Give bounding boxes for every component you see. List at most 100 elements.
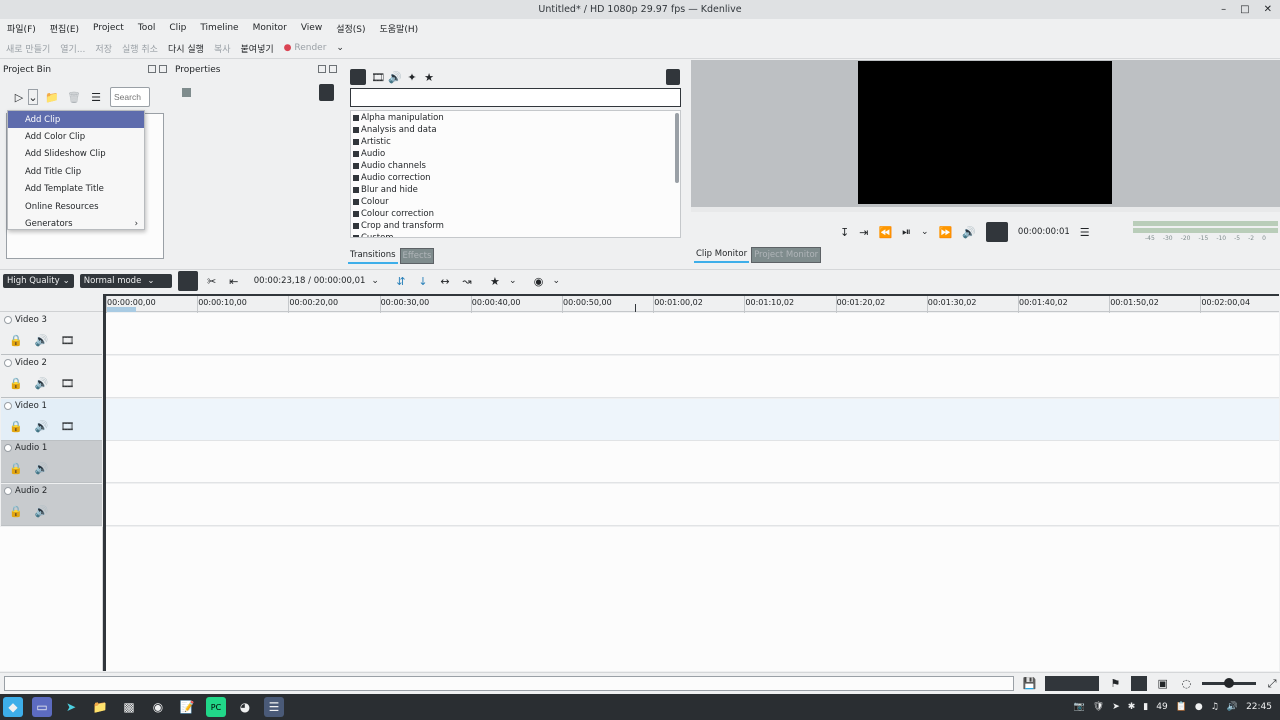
hamburger-icon[interactable]: ☰: [88, 89, 104, 105]
bluetooth-icon[interactable]: ✱: [1128, 702, 1136, 712]
effect-category[interactable]: Colour: [353, 196, 680, 208]
menu-item[interactable]: Tool: [131, 23, 162, 33]
track-lane[interactable]: [106, 398, 1279, 441]
film-icon[interactable]: 🎞: [60, 334, 74, 347]
track-header-video-2[interactable]: Video 2 🔒 🔊 🎞: [1, 355, 102, 398]
zoom-button[interactable]: [985, 222, 1008, 242]
menu-item-online-resources[interactable]: Online Resources: [8, 198, 144, 215]
zoom-in-icon[interactable]: ⤢: [1264, 676, 1280, 692]
chevron-down-icon[interactable]: ⌄: [336, 43, 344, 53]
track-target-icon[interactable]: [4, 487, 12, 496]
record-voice-icon[interactable]: ◉: [531, 273, 547, 289]
track-target-icon[interactable]: [4, 401, 12, 410]
vscode-tray-icon[interactable]: ➤: [1112, 702, 1120, 712]
effect-category[interactable]: Artistic: [353, 136, 680, 148]
effects-tree[interactable]: Alpha manipulation Analysis and data Artis…: [350, 110, 681, 238]
snap-icon[interactable]: 💾: [1022, 676, 1038, 692]
desktop-icon[interactable]: ▭: [32, 697, 52, 717]
flag-icon[interactable]: ⚑: [1107, 676, 1123, 692]
lock-icon[interactable]: 🔒: [9, 334, 23, 347]
add-clip-icon[interactable]: ▷: [11, 89, 27, 105]
close-dock-icon[interactable]: [159, 64, 167, 73]
pycharm-icon[interactable]: PC: [206, 697, 226, 717]
fit-zoom-icon[interactable]: ▣: [1155, 676, 1171, 692]
clipboard-icon[interactable]: 📋: [1176, 702, 1187, 712]
extract-icon[interactable]: ↔: [437, 273, 453, 289]
menu-item-add-clip[interactable]: Add Clip: [8, 111, 144, 129]
track-header-audio-1[interactable]: Audio 1 🔒 🔊: [1, 441, 102, 484]
spacer-icon[interactable]: ⇤: [226, 273, 242, 289]
track-lane[interactable]: [106, 441, 1279, 484]
quality-select[interactable]: High Quality ⌄: [3, 274, 74, 288]
chevron-down-icon[interactable]: ⌄: [371, 276, 379, 286]
tab-project-monitor[interactable]: Project Monitor: [751, 247, 822, 263]
menu-item-add-slideshow-clip[interactable]: Add Slideshow Clip: [8, 146, 144, 163]
track-target-icon[interactable]: [4, 358, 12, 367]
razor-icon[interactable]: ✂: [204, 273, 220, 289]
monitor-video[interactable]: [858, 61, 1112, 204]
track-target-icon[interactable]: [4, 444, 12, 453]
menu-item-add-color-clip[interactable]: Add Color Clip: [8, 128, 144, 145]
save-button[interactable]: 저장: [95, 42, 112, 55]
chevron-down-icon[interactable]: ⌄: [921, 227, 929, 237]
battery-icon[interactable]: ▮: [1143, 702, 1148, 712]
effect-category[interactable]: Audio: [353, 148, 680, 160]
launcher-icon[interactable]: ◆: [3, 697, 23, 717]
files-icon[interactable]: 📁: [90, 697, 110, 717]
filter-all-icon[interactable]: [350, 69, 366, 85]
menu-item[interactable]: 도움말(H): [372, 22, 425, 35]
float-icon[interactable]: [318, 64, 326, 73]
maximize-icon[interactable]: □: [1240, 4, 1249, 15]
playhead[interactable]: [635, 304, 636, 312]
track-header-video-1[interactable]: Video 1 🔒 🔊 🎞: [1, 398, 102, 441]
menu-item-add-template-title[interactable]: Add Template Title: [8, 181, 144, 198]
mute-icon[interactable]: 🔊: [35, 462, 49, 475]
track-lane[interactable]: [106, 355, 1279, 398]
mute-icon[interactable]: 🔊: [35, 505, 49, 518]
minimize-icon[interactable]: –: [1221, 4, 1226, 15]
music-icon[interactable]: ♫: [1211, 702, 1219, 712]
shield-icon[interactable]: 🛡: [1093, 702, 1104, 712]
zone-marker[interactable]: [106, 307, 136, 312]
film-icon[interactable]: 🎞: [60, 420, 74, 433]
insert-icon[interactable]: ⇵: [393, 273, 409, 289]
obs-icon[interactable]: ◉: [148, 697, 168, 717]
lock-icon[interactable]: 🔒: [9, 420, 23, 433]
tab-effects[interactable]: Effects: [399, 248, 435, 264]
float-icon[interactable]: [148, 64, 156, 73]
kdenlive-icon[interactable]: ☰: [264, 697, 284, 717]
effect-category[interactable]: Custom: [353, 232, 680, 237]
overwrite-icon[interactable]: ↓: [415, 273, 431, 289]
zoom-slider[interactable]: [1202, 678, 1257, 688]
notes-icon[interactable]: 📝: [177, 697, 197, 717]
effect-category[interactable]: Crop and transform: [353, 220, 680, 232]
menu-item[interactable]: 파일(F): [0, 22, 43, 35]
video-effects-icon[interactable]: 🎞: [371, 69, 385, 85]
render-button[interactable]: ● Render: [284, 43, 327, 53]
play-icon[interactable]: ⏯: [902, 225, 911, 239]
select-tool-button[interactable]: [177, 271, 198, 291]
zoom-out-icon[interactable]: ◌: [1179, 676, 1195, 692]
new-button[interactable]: 새로 만들기: [6, 42, 50, 55]
forward-icon[interactable]: ⏩: [939, 226, 953, 239]
lock-icon[interactable]: 🔒: [9, 377, 23, 390]
search-input[interactable]: [110, 87, 150, 107]
favorite-icon[interactable]: ★: [487, 273, 503, 289]
menu-item-generators[interactable]: Generators ›: [8, 215, 144, 232]
volume-icon[interactable]: 🔊: [962, 226, 976, 239]
properties-toggle-button[interactable]: [319, 84, 334, 101]
terminal-icon[interactable]: ▩: [119, 697, 139, 717]
timeline-timecode[interactable]: 00:00:23,18 / 00:00:00,01: [254, 276, 366, 286]
menu-item[interactable]: Timeline: [193, 23, 245, 33]
favorite-icon[interactable]: ★: [424, 69, 434, 85]
tab-transitions[interactable]: Transitions: [348, 248, 398, 264]
mute-icon[interactable]: 🔊: [35, 334, 49, 347]
effect-category[interactable]: Audio correction: [353, 172, 680, 184]
menu-item[interactable]: 설정(S): [329, 22, 372, 35]
film-icon[interactable]: 🎞: [60, 377, 74, 390]
menu-item-add-title-clip[interactable]: Add Title Clip: [8, 163, 144, 180]
timeline-empty-area[interactable]: [106, 527, 1279, 671]
track-lane[interactable]: [106, 313, 1279, 355]
folder-icon[interactable]: 📁: [44, 89, 60, 105]
chevron-down-icon[interactable]: ⌄: [509, 276, 517, 286]
